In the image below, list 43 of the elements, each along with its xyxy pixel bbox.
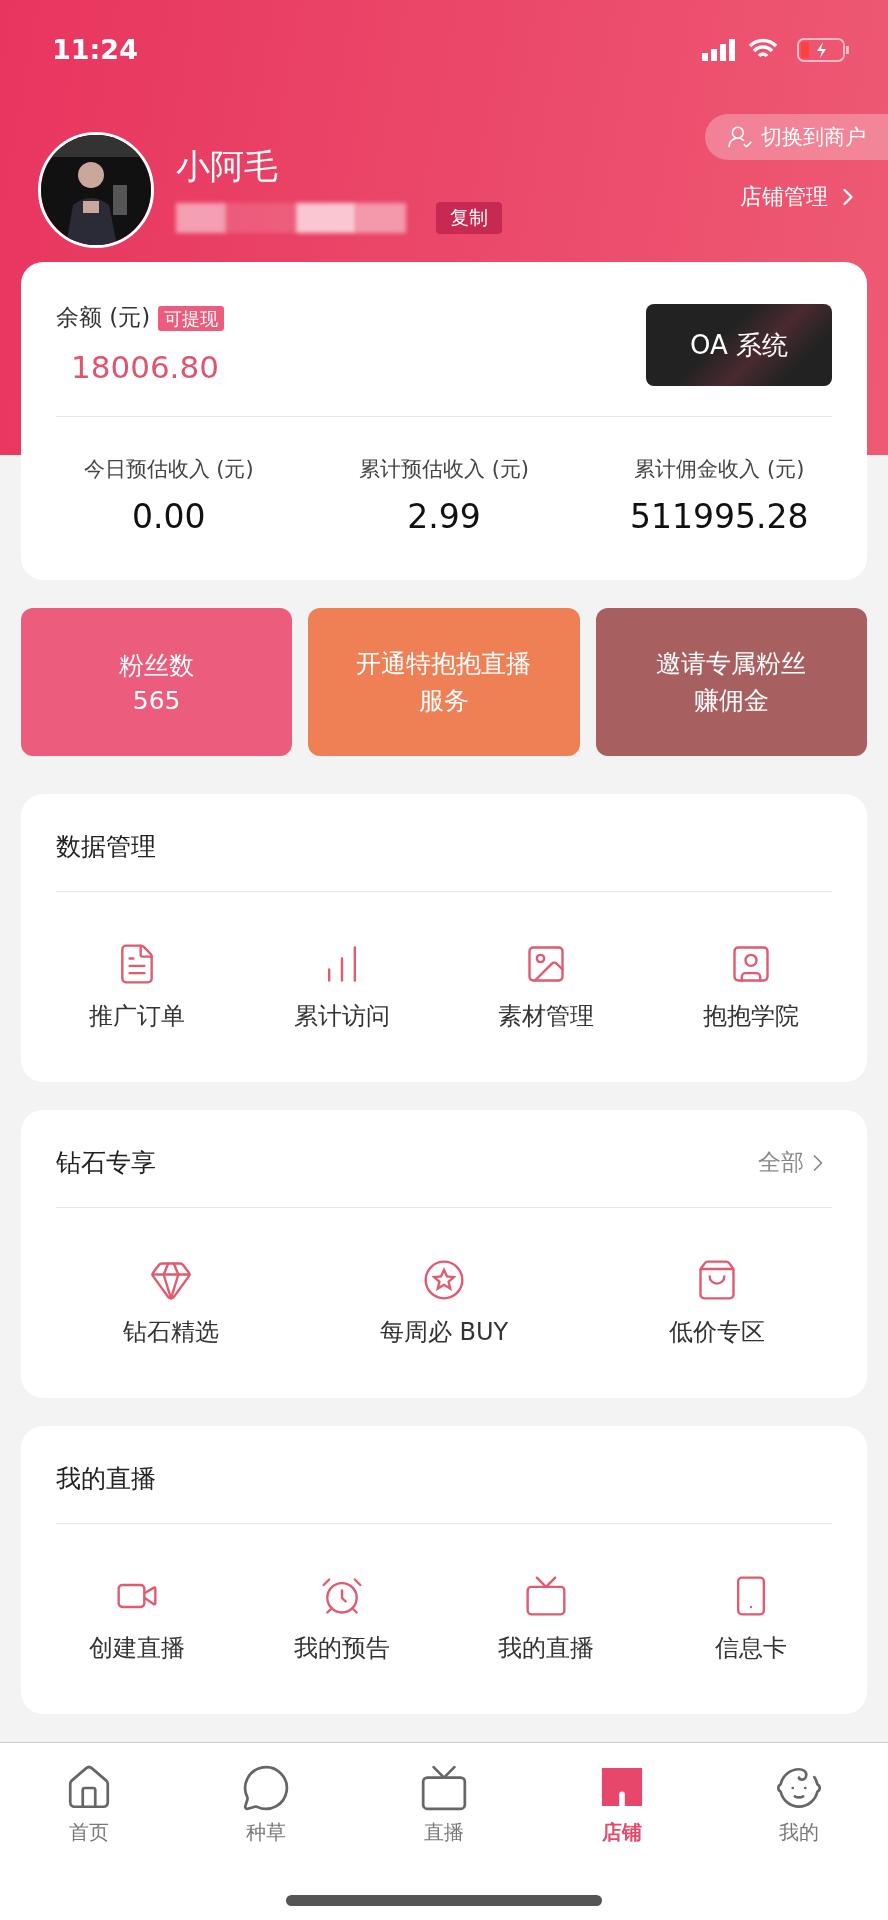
menu-item-label[interactable]: 我的直播	[498, 1632, 595, 1664]
balance-amount: 18006.80	[70, 349, 220, 385]
stat-value: 511995.28	[630, 497, 809, 536]
tab-item[interactable]: 直播	[355, 1743, 533, 1920]
tile-text: 邀请专属粉丝	[656, 648, 807, 680]
user-name: 小阿毛	[176, 144, 279, 188]
tile-text: 开通特抱抱直播	[356, 648, 532, 680]
action-tile[interactable]: 邀请专属粉丝 赚佣金	[595, 608, 867, 756]
tile-text: 粉丝数	[119, 650, 195, 682]
tv-icon	[419, 1763, 469, 1813]
menu-item-label[interactable]: 低价专区	[668, 1316, 765, 1348]
menu-item-label[interactable]: 信息卡	[714, 1632, 787, 1664]
oa-system-button[interactable]: OA 系统	[646, 304, 832, 386]
stat-label: 累计预估收入 (元)	[358, 456, 529, 483]
tab-item[interactable]: 首页	[0, 1743, 178, 1920]
menu-item-label[interactable]: 推广订单	[89, 1000, 186, 1032]
tv-icon	[524, 1574, 569, 1618]
stat-label: 累计佣金收入 (元)	[634, 456, 805, 483]
menu-item-label[interactable]: 我的预告	[293, 1632, 390, 1664]
balance-label: 余额 (元)	[56, 304, 151, 330]
section-title: 钻石专享	[56, 1147, 156, 1179]
tab-item[interactable]: 店铺	[532, 1743, 711, 1920]
tile-text: 赚佣金	[693, 685, 769, 717]
stat-value: 2.99	[407, 497, 481, 536]
withdrawable-tag: 可提现	[158, 306, 225, 331]
menu-item-label[interactable]: 抱抱学院	[702, 1000, 799, 1032]
status-time: 11:24	[52, 34, 138, 66]
section-title: 我的直播	[56, 1463, 156, 1495]
tab-item[interactable]: 种草	[177, 1743, 356, 1920]
tab-item[interactable]: 我的	[710, 1743, 888, 1920]
copy-button[interactable]: 复制	[436, 201, 502, 234]
menu-item-label[interactable]: 钻石精选	[123, 1316, 220, 1348]
tile-text: 服务	[419, 685, 469, 717]
section-title: 数据管理	[56, 831, 156, 863]
tile-text: 565	[132, 686, 181, 715]
menu-item-label[interactable]: 每周必 BUY	[379, 1316, 509, 1348]
menu-item-label[interactable]: 创建直播	[89, 1632, 186, 1664]
stat-label: 今日预估收入 (元)	[83, 456, 254, 483]
stat-value: 0.00	[131, 497, 206, 536]
view-all-link[interactable]: 全部	[758, 1147, 832, 1178]
user-icon	[727, 123, 753, 150]
menu-item-label[interactable]: 素材管理	[498, 1000, 595, 1032]
menu-item-label[interactable]: 累计访问	[293, 1000, 390, 1032]
